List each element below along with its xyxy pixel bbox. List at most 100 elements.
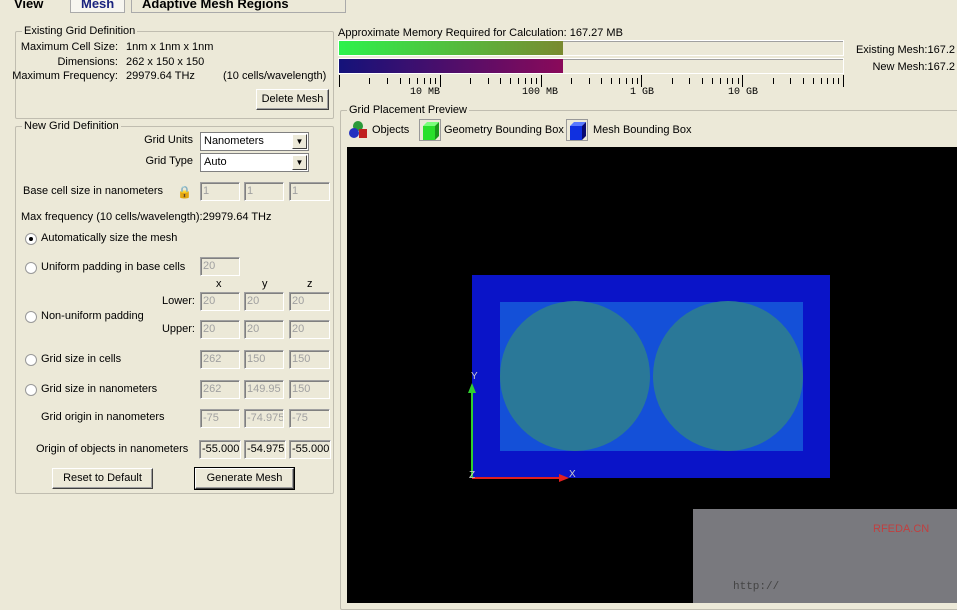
upper-y[interactable]: 20: [244, 320, 284, 339]
tab-view[interactable]: View: [4, 0, 54, 13]
lock-icon[interactable]: 🔒: [177, 185, 192, 199]
new-grid-group: New Grid Definition Grid Units Nanometer…: [15, 120, 334, 494]
grid-type-label: Grid Type: [145, 155, 194, 167]
base-cell-label: Base cell size in nanometers: [23, 185, 164, 197]
scale-tick: [409, 78, 411, 84]
dimensions-value: 262 x 150 x 150: [126, 56, 205, 68]
x-axis-label: X: [569, 469, 576, 480]
base-cell-y[interactable]: 1: [244, 182, 284, 201]
scale-tick: [399, 78, 401, 84]
scale-tick: [802, 78, 804, 84]
scale-label-10mb: 10 MB: [410, 87, 441, 98]
upper-label: Upper:: [161, 323, 195, 335]
scale-tick: [524, 78, 526, 84]
existing-grid-title: Existing Grid Definition: [22, 25, 138, 37]
grid-origin-z[interactable]: -75: [289, 409, 330, 428]
new-mesh-label: New Mesh:167.2: [872, 61, 955, 73]
upper-x[interactable]: 20: [200, 320, 240, 339]
scale-tick: [535, 78, 537, 84]
grid-nm-y[interactable]: 149.95: [244, 380, 284, 399]
scale-tick: [439, 75, 441, 87]
object-origin-y: -54.975: [244, 440, 286, 459]
axis-z-header: z: [307, 278, 313, 290]
scale-tick: [702, 78, 704, 84]
scale-tick: [424, 78, 426, 84]
existing-memory-bar: [338, 40, 844, 56]
scale-tick: [843, 75, 844, 87]
grid-units-select[interactable]: Nanometers ▼: [200, 132, 309, 151]
z-axis-label: Z: [469, 470, 476, 481]
max-freq-text: Max frequency (10 cells/wavelength):2997…: [21, 211, 272, 223]
chevron-down-icon[interactable]: ▼: [292, 155, 307, 170]
scale-tick: [417, 78, 419, 84]
uniform-padding-radio[interactable]: [25, 262, 37, 274]
grid-nm-z[interactable]: 150: [289, 380, 330, 399]
grid-type-select[interactable]: Auto ▼: [200, 153, 309, 172]
mesh-box-label[interactable]: Mesh Bounding Box: [593, 124, 691, 136]
scale-tick: [726, 78, 728, 84]
object-origin-x: -55.000: [199, 440, 241, 459]
new-memory-fill: [339, 59, 563, 73]
scale-tick: [732, 78, 734, 84]
object-origin-z: -55.000: [289, 440, 331, 459]
grid-cells-y[interactable]: 150: [244, 350, 284, 369]
uniform-padding-label: Uniform padding in base cells: [41, 261, 186, 273]
geometry-box-label[interactable]: Geometry Bounding Box: [444, 124, 564, 136]
scale-label-10gb: 10 GB: [728, 87, 759, 98]
grid-cells-z[interactable]: 150: [289, 350, 330, 369]
auto-size-radio[interactable]: [25, 233, 37, 245]
grid-type-value: Auto: [204, 156, 227, 168]
scale-tick: [619, 78, 621, 84]
chevron-down-icon[interactable]: ▼: [292, 134, 307, 149]
grid-nm-x[interactable]: 262: [200, 380, 240, 399]
base-cell-z[interactable]: 1: [289, 182, 330, 201]
non-uniform-radio[interactable]: [25, 311, 37, 323]
scale-tick: [719, 78, 721, 84]
reset-default-button[interactable]: Reset to Default: [52, 468, 153, 489]
grid-cells-radio[interactable]: [25, 354, 37, 366]
scale-tick: [487, 78, 489, 84]
cells-note: (10 cells/wavelength): [223, 70, 327, 82]
upper-z[interactable]: 20: [289, 320, 330, 339]
sphere-object: [653, 301, 803, 451]
tab-mesh[interactable]: Mesh: [70, 0, 126, 13]
watermark-text: RFEDA.CN: [873, 523, 930, 535]
geometry-box-icon[interactable]: [419, 119, 441, 141]
uniform-padding-input[interactable]: 20: [200, 257, 240, 276]
grid-origin-label: Grid origin in nanometers: [41, 411, 165, 423]
objects-icon[interactable]: [348, 120, 368, 140]
grid-origin-y[interactable]: -74.975: [244, 409, 284, 428]
scale-tick: [601, 78, 603, 84]
scale-tick: [838, 78, 840, 84]
grid-units-label: Grid Units: [144, 134, 193, 146]
grid-origin-x[interactable]: -75: [200, 409, 240, 428]
scale-tick: [790, 78, 792, 84]
grid-nm-radio[interactable]: [25, 384, 37, 396]
scale-tick: [737, 78, 739, 84]
watermark-url: http://: [733, 581, 780, 593]
tab-adaptive-mesh-regions[interactable]: Adaptive Mesh Regions: [131, 0, 346, 13]
lower-x[interactable]: 20: [200, 292, 240, 311]
scale-tick: [636, 78, 638, 84]
new-memory-bar: [338, 58, 844, 74]
lower-z[interactable]: 20: [289, 292, 330, 311]
scale-tick: [470, 78, 472, 84]
object-origin-label: Origin of objects in nanometers: [36, 443, 189, 455]
scale-tick: [570, 78, 572, 84]
lower-y[interactable]: 20: [244, 292, 284, 311]
base-cell-x[interactable]: 1: [200, 182, 240, 201]
mesh-box-icon[interactable]: [566, 119, 588, 141]
grid-cells-x[interactable]: 262: [200, 350, 240, 369]
existing-grid-group: Existing Grid Definition Maximum Cell Si…: [12, 25, 334, 119]
objects-label[interactable]: Objects: [372, 124, 409, 136]
grid-preview-title: Grid Placement Preview: [347, 104, 469, 116]
grid-nm-label: Grid size in nanometers: [41, 383, 158, 395]
delete-mesh-button[interactable]: Delete Mesh: [256, 89, 329, 110]
scale-tick: [625, 78, 627, 84]
scale-tick: [435, 78, 437, 84]
preview-viewport[interactable]: Y Z X RFEDA.CN http://: [347, 147, 957, 603]
generate-mesh-button[interactable]: Generate Mesh: [194, 467, 295, 490]
scale-label-100mb: 100 MB: [522, 87, 559, 98]
sphere-object: [500, 301, 650, 451]
existing-mesh-label: Existing Mesh:167.2: [855, 44, 955, 56]
